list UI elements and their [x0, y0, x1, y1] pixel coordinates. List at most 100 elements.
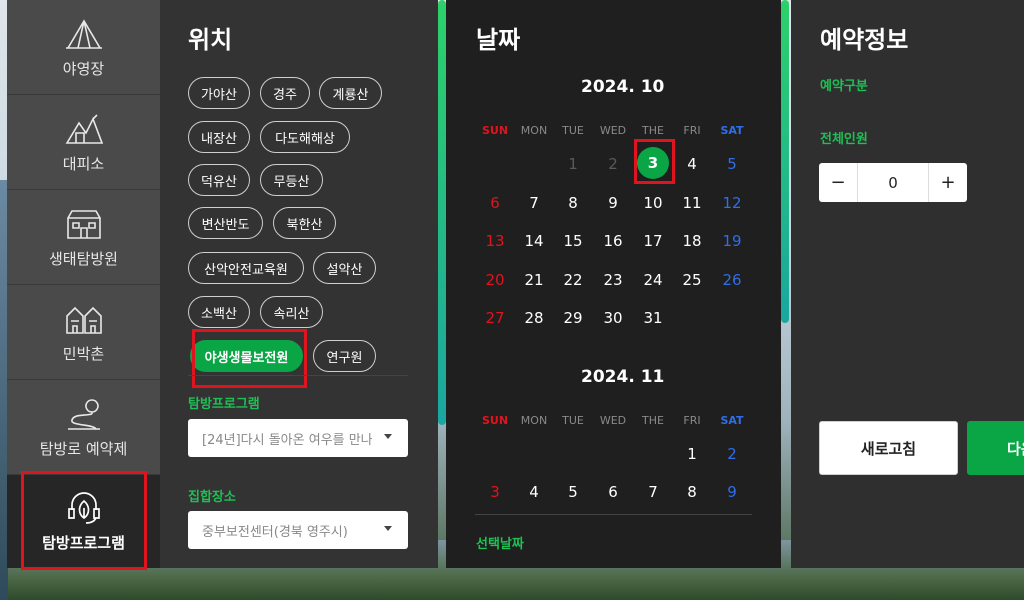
weekday-label-the: THE	[642, 414, 664, 427]
chip-location[interactable]: 산악안전교육원	[188, 252, 304, 284]
calendar-day[interactable]: 9	[598, 194, 628, 212]
sidebar-item-trail-reservation[interactable]: 탐방로 예약제	[7, 380, 160, 475]
weekday-label-sat: SAT	[720, 124, 744, 137]
trail-pin-icon	[64, 396, 104, 432]
sidebar-item-eco-center[interactable]: 생태탐방원	[7, 190, 160, 285]
calendar-day[interactable]: 11	[677, 194, 707, 212]
sidebar-item-shelter[interactable]: 대피소	[7, 95, 160, 190]
calendar-day[interactable]: 31	[638, 309, 668, 327]
sidebar-item-label: 야영장	[62, 59, 105, 78]
calendar-day[interactable]: 28	[519, 309, 549, 327]
calendar-day[interactable]: 8	[558, 194, 588, 212]
calendar-day[interactable]: 23	[598, 271, 628, 289]
calendar-day[interactable]: 1	[677, 445, 707, 463]
weekday-label-sun: SUN	[481, 124, 509, 137]
sidebar-item-label: 생태탐방원	[48, 249, 118, 268]
calendar-day[interactable]: 24	[638, 271, 668, 289]
sidebar-item-label: 민박촌	[62, 344, 105, 363]
calendar-day[interactable]: 6	[480, 194, 510, 212]
weekday-label-tue: TUE	[562, 414, 584, 427]
calendar-day[interactable]: 29	[558, 309, 588, 327]
calendar-day[interactable]: 13	[480, 232, 510, 250]
calendar-day-selected[interactable]: 3	[637, 147, 669, 179]
calendar-day[interactable]: 17	[638, 232, 668, 250]
calendar-day[interactable]: 19	[717, 232, 747, 250]
program-select[interactable]: [24년]다시 돌아온 여우를 만나다	[188, 419, 408, 457]
guide-headset-icon	[64, 490, 104, 526]
sidebar-item-label: 탐방로 예약제	[39, 439, 128, 458]
weekday-label-wed: WED	[599, 414, 627, 427]
shelter-icon	[64, 111, 104, 147]
calendar-day[interactable]: 4	[519, 483, 549, 501]
chip-location[interactable]: 설악산	[313, 252, 376, 284]
minus-button[interactable]: −	[819, 163, 857, 202]
calendar-day[interactable]: 10	[638, 194, 668, 212]
weekday-label-tue: TUE	[562, 124, 584, 137]
calendar-day[interactable]: 2	[598, 155, 628, 173]
chip-location[interactable]: 변산반도	[188, 207, 263, 239]
calendar-day[interactable]: 14	[519, 232, 549, 250]
calendar-day[interactable]: 7	[519, 194, 549, 212]
location-scrollbar[interactable]	[438, 0, 446, 425]
sidebar-item-minbakchon[interactable]: 민박촌	[7, 285, 160, 380]
calendar-day[interactable]: 25	[677, 271, 707, 289]
calendar-day[interactable]: 1	[558, 155, 588, 173]
meeting-place-select-value: 중부보전센터(경북 영주시)	[202, 524, 348, 540]
calendar-day[interactable]: 12	[717, 194, 747, 212]
calendar-day[interactable]: 4	[677, 155, 707, 173]
chip-location[interactable]: 무등산	[260, 164, 323, 196]
calendar-day[interactable]: 15	[558, 232, 588, 250]
meeting-place-select[interactable]: 중부보전센터(경북 영주시)	[188, 511, 408, 549]
booking-type-label: 예약구분	[820, 79, 868, 94]
calendar-day[interactable]: 8	[677, 483, 707, 501]
weekday-label-fri: FRI	[683, 124, 701, 137]
weekday-label-sun: SUN	[481, 414, 509, 427]
refresh-button[interactable]: 새로고침	[819, 421, 958, 475]
calendar-day[interactable]: 30	[598, 309, 628, 327]
people-stepper: − 0 +	[819, 163, 967, 202]
month-label-october: 2024. 10	[581, 77, 665, 97]
chip-location[interactable]: 속리산	[260, 296, 323, 328]
chip-location[interactable]: 내장산	[188, 121, 250, 153]
calendar-day[interactable]: 5	[717, 155, 747, 173]
sidebar-item-campsite[interactable]: 야영장	[7, 0, 160, 95]
chip-location[interactable]: 덕유산	[188, 164, 250, 196]
calendar-day[interactable]: 18	[677, 232, 707, 250]
chip-location[interactable]: 북한산	[273, 207, 336, 239]
chip-location[interactable]: 다도해해상	[260, 121, 350, 153]
chip-location-selected[interactable]: 야생생물보전원	[190, 340, 303, 372]
weekday-label-wed: WED	[599, 124, 627, 137]
calendar-day[interactable]: 7	[638, 483, 668, 501]
calendar-day[interactable]: 27	[480, 309, 510, 327]
location-title: 위치	[188, 26, 233, 54]
date-scrollbar[interactable]	[781, 0, 789, 323]
divider	[188, 375, 408, 376]
calendar-day[interactable]: 16	[598, 232, 628, 250]
chevron-down-icon	[384, 526, 392, 531]
sidebar-item-program[interactable]: 탐방프로그램	[7, 475, 160, 568]
calendar-day[interactable]: 2	[717, 445, 747, 463]
calendar-day[interactable]: 3	[480, 483, 510, 501]
houses-icon	[64, 301, 104, 337]
calendar-day[interactable]: 22	[558, 271, 588, 289]
calendar-day[interactable]: 20	[480, 271, 510, 289]
month-label-november: 2024. 11	[581, 367, 665, 387]
calendar-day[interactable]: 5	[558, 483, 588, 501]
plus-button[interactable]: +	[929, 163, 967, 202]
people-count-value[interactable]: 0	[857, 163, 929, 202]
next-button[interactable]: 다음	[967, 421, 1024, 475]
weekday-label-the: THE	[642, 124, 664, 137]
selected-date-label: 선택날짜	[476, 537, 524, 552]
program-select-value: [24년]다시 돌아온 여우를 만나다	[202, 432, 372, 448]
chip-location[interactable]: 경주	[260, 77, 310, 109]
chip-location[interactable]: 가야산	[188, 77, 250, 109]
calendar-day[interactable]: 26	[717, 271, 747, 289]
chip-location[interactable]: 소백산	[188, 296, 250, 328]
calendar-day[interactable]: 6	[598, 483, 628, 501]
program-label: 탐방프로그램	[188, 397, 260, 412]
calendar-day[interactable]: 21	[519, 271, 549, 289]
chip-location[interactable]: 연구원	[313, 340, 376, 372]
chip-location[interactable]: 계룡산	[319, 77, 382, 109]
booking-title: 예약정보	[820, 26, 909, 54]
calendar-day[interactable]: 9	[717, 483, 747, 501]
